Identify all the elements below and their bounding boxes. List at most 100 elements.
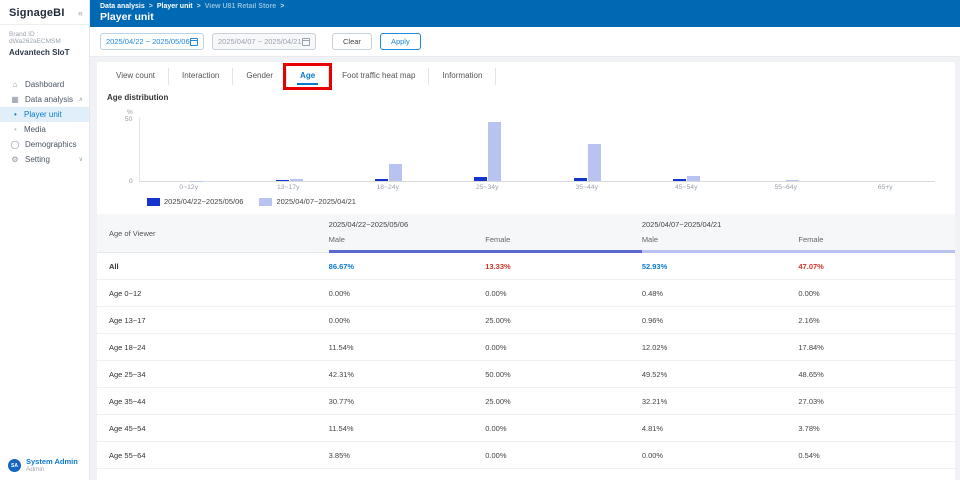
- bar: [276, 180, 289, 181]
- cell-value: 86.67%: [329, 262, 486, 271]
- clear-button[interactable]: Clear: [332, 33, 372, 50]
- table-body: All86.67%13.33%52.93%47.07%Age 0~120.00%…: [97, 253, 955, 480]
- y-axis-tick-50: 50: [125, 116, 132, 123]
- sidebar-item-setting[interactable]: ⚙ Setting ∨: [0, 152, 89, 167]
- cell-value: 11.54%: [329, 424, 486, 433]
- sidebar-item-dashboard[interactable]: ⌂ Dashboard: [0, 77, 89, 92]
- app-logo: SignageBI: [9, 7, 65, 19]
- cell-value: 3.78%: [798, 424, 955, 433]
- table-row-age-35~44: Age 35~4430.77%25.00%32.21%27.03%: [97, 388, 955, 415]
- cell-value: 0.00%: [329, 289, 486, 298]
- tab-view-count[interactable]: View count: [103, 68, 169, 85]
- cell-value: 47.07%: [798, 262, 955, 271]
- bar: [290, 179, 303, 181]
- cell-value: 11.54%: [329, 343, 486, 352]
- plot-area: [139, 118, 935, 182]
- breadcrumb-separator: >: [280, 3, 284, 10]
- avatar: SA: [8, 459, 21, 472]
- x-axis-label: 18~24y: [338, 184, 438, 191]
- table-header-female-1: Female: [485, 231, 642, 253]
- cell-value: 0.00%: [485, 343, 642, 352]
- bar: [488, 122, 501, 181]
- y-axis-tick-0: 0: [129, 178, 133, 185]
- cell-value: 0.00%: [485, 451, 642, 460]
- tab-information[interactable]: Information: [429, 68, 496, 85]
- table-row-age-18~24: Age 18~2411.54%0.00%12.02%17.84%: [97, 334, 955, 361]
- content-area: View countInteractionGenderAgeFoot traff…: [90, 57, 960, 480]
- cell-value: 52.93%: [642, 262, 799, 271]
- date-range-input-primary[interactable]: 2025/04/22 ~ 2025/05/06: [100, 33, 204, 50]
- cell-value: 30.77%: [329, 397, 486, 406]
- cell-value: 50.00%: [485, 370, 642, 379]
- date-range-input-secondary[interactable]: 2025/04/07 ~ 2025/04/21: [212, 33, 316, 50]
- user-name: System Admin: [26, 457, 78, 466]
- collapse-sidebar-icon[interactable]: «: [78, 8, 83, 18]
- breadcrumb-view-store[interactable]: View U81 Retail Store: [205, 3, 276, 10]
- tab-interaction[interactable]: Interaction: [169, 68, 233, 85]
- table-row-age-25~34: Age 25~3442.31%50.00%49.52%48.65%: [97, 361, 955, 388]
- table-row-age-0~12: Age 0~120.00%0.00%0.48%0.00%: [97, 280, 955, 307]
- bar-group-0~12y: [140, 118, 239, 181]
- sidebar-item-demographics[interactable]: ◯ Demographics: [0, 137, 89, 152]
- age-table: Age of Viewer 2025/04/22~2025/05/06 2025…: [97, 214, 955, 480]
- breadcrumb-data-analysis[interactable]: Data analysis: [100, 3, 145, 10]
- demographics-icon: ◯: [9, 140, 21, 149]
- card: View countInteractionGenderAgeFoot traff…: [97, 62, 955, 480]
- cell-value: 4.81%: [642, 424, 799, 433]
- table-row-age-65+: Age 65+0.00%0.00%0.00%0.00%: [97, 469, 955, 480]
- row-label: Age 55~64: [97, 451, 329, 460]
- x-axis-label: 65+y: [836, 184, 936, 191]
- filter-bar: 2025/04/22 ~ 2025/05/06 2025/04/07 ~ 202…: [90, 27, 960, 57]
- chevron-up-icon: ∧: [79, 96, 83, 103]
- breadcrumb-player-unit[interactable]: Player unit: [157, 3, 193, 10]
- chart-icon: ▦: [9, 95, 21, 104]
- bar-group-25~34y: [438, 118, 537, 181]
- table-row-age-55~64: Age 55~643.85%0.00%0.00%0.54%: [97, 442, 955, 469]
- home-icon: ⌂: [9, 80, 21, 89]
- app-window: SignageBI « Brand ID : dWa262aECMSM Adva…: [0, 0, 960, 480]
- sidebar-item-player-unit[interactable]: • Player unit: [0, 107, 89, 122]
- chart-section: Age distribution % 50 0 0~12y13~17y18~24…: [97, 85, 955, 206]
- tab-bar: View countInteractionGenderAgeFoot traff…: [97, 62, 955, 85]
- brand-id: Brand ID : dWa262aECMSM: [9, 31, 80, 45]
- x-axis-label: 25~34y: [438, 184, 538, 191]
- table-header-age-of-viewer: Age of Viewer: [97, 214, 329, 253]
- bar: [389, 164, 402, 181]
- apply-button[interactable]: Apply: [380, 33, 421, 50]
- cell-value: 13.33%: [485, 262, 642, 271]
- brand-name: Advantech SIoT: [9, 48, 80, 57]
- cell-value: 48.65%: [798, 370, 955, 379]
- row-label: Age 13~17: [97, 316, 329, 325]
- user-profile[interactable]: SA System Admin Admin: [0, 457, 90, 474]
- chart-legend: 2025/04/22~2025/05/062025/04/07~2025/04/…: [147, 197, 943, 206]
- table-header-male-2: Male: [642, 231, 799, 253]
- cell-value: 0.96%: [642, 316, 799, 325]
- tab-foot-traffic-heat-map[interactable]: Foot traffic heat map: [329, 68, 429, 85]
- x-axis-label: 13~17y: [239, 184, 339, 191]
- cell-value: 12.02%: [642, 343, 799, 352]
- sidebar-item-media[interactable]: • Media: [0, 122, 89, 137]
- bar-group-45~54y: [637, 118, 736, 181]
- legend-swatch: [147, 198, 160, 206]
- table-header: Age of Viewer 2025/04/22~2025/05/06 2025…: [97, 214, 955, 253]
- bar: [375, 179, 388, 181]
- bar-group-18~24y: [339, 118, 438, 181]
- table-row-age-45~54: Age 45~5411.54%0.00%4.81%3.78%: [97, 415, 955, 442]
- bullet-icon: •: [14, 125, 24, 134]
- tab-gender[interactable]: Gender: [233, 68, 287, 85]
- sidebar-menu: ⌂ Dashboard ▦ Data analysis ∧ • Player u…: [0, 77, 89, 167]
- tab-age[interactable]: Age: [287, 68, 329, 85]
- table-group-period-2: 2025/04/07~2025/04/21: [642, 214, 955, 231]
- cell-value: 3.85%: [329, 451, 486, 460]
- row-label: Age 0~12: [97, 289, 329, 298]
- cell-value: 2.16%: [798, 316, 955, 325]
- x-axis-label: 35~44y: [537, 184, 637, 191]
- cell-value: 0.54%: [798, 451, 955, 460]
- breadcrumb-separator: >: [197, 3, 201, 10]
- row-label: Age 18~24: [97, 343, 329, 352]
- cell-value: 0.00%: [485, 424, 642, 433]
- calendar-icon: [302, 38, 310, 46]
- chevron-down-icon: ∨: [79, 156, 83, 163]
- sidebar-item-data-analysis[interactable]: ▦ Data analysis ∧: [0, 92, 89, 107]
- cell-value: 42.31%: [329, 370, 486, 379]
